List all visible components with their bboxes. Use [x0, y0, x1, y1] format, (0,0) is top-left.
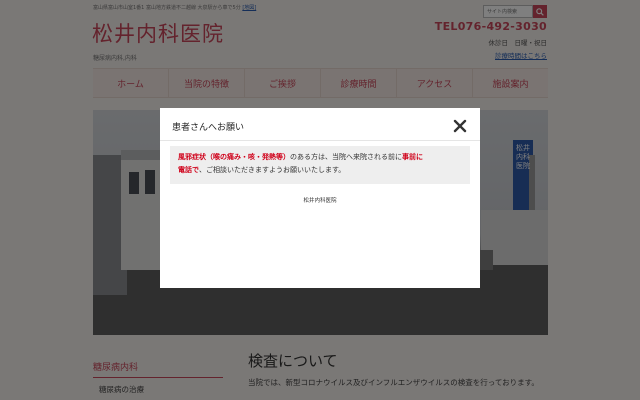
close-icon	[453, 119, 467, 133]
notice-phone: 電話で	[178, 166, 199, 174]
notice-box: 風邪症状（喉の痛み・咳・発熱等）のある方は、当院へ来院される前に事前に電話で、ご…	[170, 146, 470, 184]
notice-advance: 事前に	[402, 153, 423, 161]
modal-title: 患者さんへお願い	[172, 123, 245, 133]
modal-signature: 松井内科医院	[303, 198, 337, 204]
modal-close-button[interactable]	[452, 118, 468, 134]
modal-divider	[160, 140, 480, 141]
notice-modal: 患者さんへお願い 風邪症状（喉の痛み・咳・発熱等）のある方は、当院へ来院される前…	[160, 108, 480, 288]
notice-text-1: のある方は、当院へ来院される前に	[290, 153, 402, 161]
notice-symptoms: 風邪症状（喉の痛み・咳・発熱等）	[178, 153, 290, 161]
notice-text-2: 、ご相談いただきますようお願いいたします。	[199, 166, 346, 174]
